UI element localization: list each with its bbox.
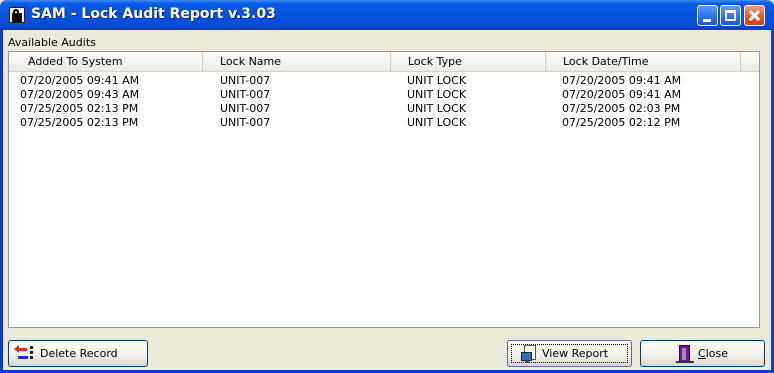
close-icon [745,6,764,25]
column-header-added-to-system[interactable]: Added To System [9,52,203,71]
list-item[interactable]: 07/25/2005 02:13 PM UNIT-007 UNIT LOCK 0… [9,116,759,130]
cell-lock-type: UNIT LOCK [407,74,467,87]
close-button[interactable]: Close [640,340,765,367]
title-bar[interactable]: SAM - Lock Audit Report v.3.03 [0,0,774,30]
cell-lock-date-time: 07/25/2005 02:03 PM [562,102,681,115]
column-header-lock-type[interactable]: Lock Type [391,52,546,71]
delete-record-icon [14,345,35,363]
minimize-icon [703,19,711,22]
window-title: SAM - Lock Audit Report v.3.03 [31,6,276,22]
cell-lock-type: UNIT LOCK [407,102,467,115]
cell-lock-name: UNIT-007 [220,116,271,129]
cell-added-to-system: 07/20/2005 09:41 AM [20,74,140,87]
view-report-button[interactable]: View Report [507,340,632,367]
cell-lock-name: UNIT-007 [220,74,271,87]
view-report-icon [521,345,539,363]
cell-lock-name: UNIT-007 [220,102,271,115]
list-item[interactable]: 07/20/2005 09:41 AM UNIT-007 UNIT LOCK 0… [9,74,759,88]
cell-added-to-system: 07/20/2005 09:43 AM [20,88,140,101]
list-body: 07/20/2005 09:41 AM UNIT-007 UNIT LOCK 0… [9,74,759,130]
close-label: Close [698,347,728,360]
lock-icon[interactable] [9,7,25,23]
minimize-button[interactable] [697,5,718,26]
cell-lock-type: UNIT LOCK [407,116,467,129]
delete-record-label: Delete Record [40,347,118,360]
list-item[interactable]: 07/25/2005 02:13 PM UNIT-007 UNIT LOCK 0… [9,102,759,116]
cell-lock-type: UNIT LOCK [407,88,467,101]
cell-lock-date-time: 07/25/2005 02:12 PM [562,116,681,129]
maximize-button[interactable] [720,5,741,26]
close-window-button[interactable] [744,5,765,26]
maximize-icon [725,10,736,21]
exit-door-icon [676,345,694,363]
list-header: Added To System Lock Name Lock Type Lock… [9,52,759,72]
audits-list[interactable]: Added To System Lock Name Lock Type Lock… [8,51,760,328]
delete-record-button[interactable]: Delete Record [8,340,148,367]
view-report-label: View Report [542,347,609,360]
cell-lock-date-time: 07/20/2005 09:41 AM [562,74,682,87]
list-item[interactable]: 07/20/2005 09:43 AM UNIT-007 UNIT LOCK 0… [9,88,759,102]
column-header-lock-name[interactable]: Lock Name [203,52,391,71]
cell-lock-name: UNIT-007 [220,88,271,101]
cell-added-to-system: 07/25/2005 02:13 PM [20,102,139,115]
column-header-lock-date-time[interactable]: Lock Date/Time [546,52,741,71]
available-audits-label: Available Audits [8,36,96,49]
cell-lock-date-time: 07/20/2005 09:41 AM [562,88,682,101]
cell-added-to-system: 07/25/2005 02:13 PM [20,116,139,129]
